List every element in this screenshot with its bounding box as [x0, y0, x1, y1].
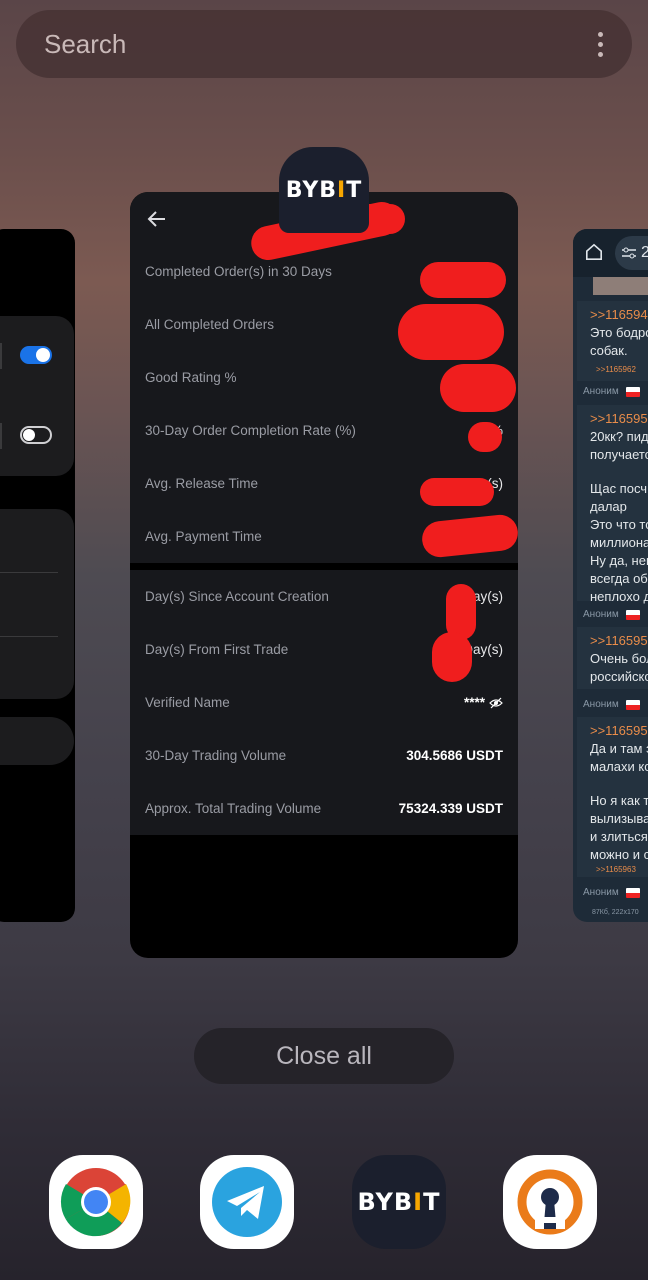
stat-row: Approx. Total Trading Volume 75324.339 US… — [145, 800, 503, 816]
flag-icon — [626, 700, 640, 710]
openvpn-icon[interactable] — [503, 1155, 597, 1249]
chrome-icon[interactable] — [49, 1155, 143, 1249]
filter-icon — [622, 247, 636, 259]
author-label: Аноним — [583, 609, 619, 620]
toggle-switch-on[interactable] — [20, 346, 52, 364]
more-options-icon[interactable] — [596, 31, 604, 57]
recent-app-card-settings[interactable] — [0, 229, 75, 922]
post-item: >>1165944 Это бодро собак. >>1165962 — [577, 301, 648, 381]
post-link[interactable]: >>1165953 — [590, 633, 648, 648]
verified-name-value: **** — [464, 695, 503, 710]
flag-icon — [626, 888, 640, 898]
reply-link[interactable]: >>1165963 — [596, 865, 636, 874]
stat-row: 30-Day Order Completion Rate (%)% — [145, 422, 503, 438]
post-item: >>1165957 20кк? пидо получается Щас посч… — [577, 405, 648, 604]
settings-item[interactable] — [0, 717, 74, 765]
back-arrow-icon[interactable] — [146, 208, 168, 230]
thumbnail-image[interactable] — [593, 277, 648, 295]
bybit-app-icon[interactable]: BYBIT — [279, 147, 369, 233]
redaction-mark — [420, 478, 494, 506]
recent-app-card-bybit[interactable]: Completed Order(s) in 30 Days All Comple… — [130, 192, 518, 958]
post-item: >>1165958 Да и там э малахи кст Но я как… — [577, 717, 648, 877]
settings-panel — [0, 316, 74, 476]
post-link[interactable]: >>1165944 — [590, 307, 648, 322]
redaction-mark — [398, 304, 504, 360]
post-item: >>1165953 Очень бол российско — [577, 627, 648, 689]
post-link[interactable]: >>1165957 — [590, 411, 648, 426]
home-icon[interactable] — [585, 243, 603, 261]
filter-count: 2 — [641, 244, 648, 261]
bybit-icon[interactable]: BYBIT — [352, 1155, 446, 1249]
author-label: Аноним — [583, 887, 619, 898]
author-label: Аноним — [583, 386, 619, 397]
redaction-mark — [432, 632, 472, 682]
stat-row: 30-Day Trading Volume 304.5686 USDT — [145, 747, 503, 763]
recents-search-bar[interactable]: Search — [16, 10, 632, 78]
bybit-logo: BYBIT — [285, 177, 363, 203]
reply-link[interactable]: >>1165962 — [596, 365, 636, 374]
post-link[interactable]: >>1165958 — [590, 723, 648, 738]
close-all-button[interactable]: Close all — [194, 1028, 454, 1084]
flag-icon — [626, 387, 640, 397]
settings-list-panel — [0, 509, 74, 699]
filter-chip[interactable]: 2 — [615, 236, 648, 270]
stat-row: Verified Name **** — [145, 692, 503, 712]
app-toolbar: 2 — [573, 229, 648, 277]
redaction-mark — [440, 364, 516, 412]
recent-app-card-browser[interactable]: 2 >>1165944 Это бодро собак. >>1165962 А… — [573, 229, 648, 922]
toggle-switch-off[interactable] — [20, 426, 52, 444]
author-label: Аноним — [583, 699, 619, 710]
redaction-mark — [468, 422, 502, 452]
search-placeholder: Search — [44, 28, 127, 59]
image-meta: 87Кб, 222x170 — [592, 909, 639, 916]
redaction-mark — [420, 262, 506, 298]
telegram-icon[interactable] — [200, 1155, 294, 1249]
eye-hidden-icon[interactable] — [489, 697, 503, 709]
flag-icon — [626, 610, 640, 620]
